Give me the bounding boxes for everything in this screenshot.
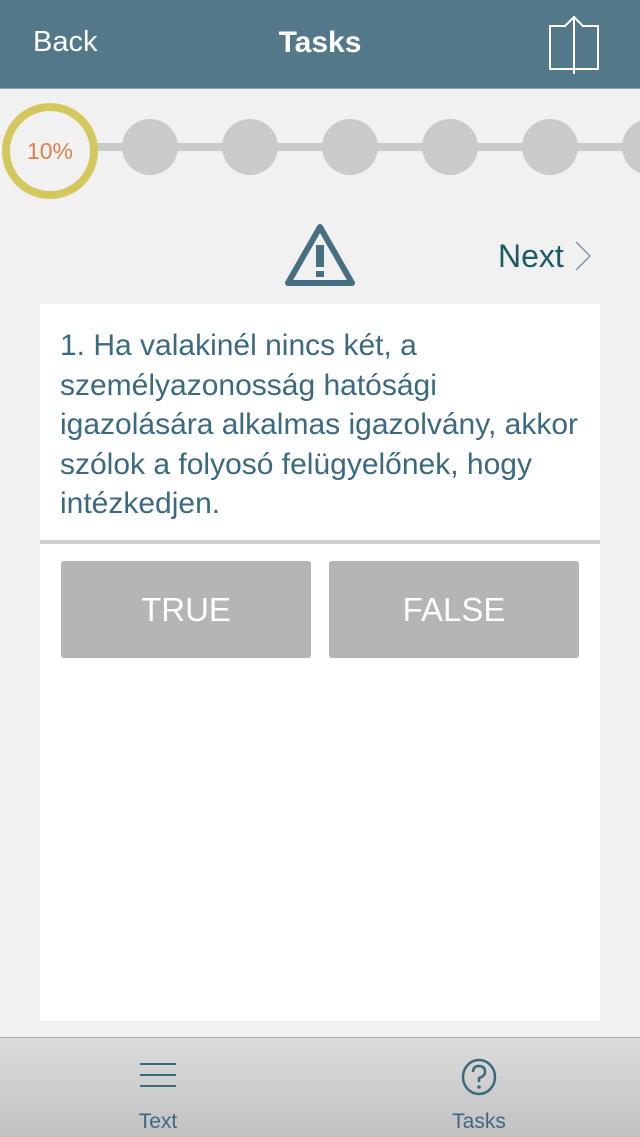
progress-step <box>422 119 478 175</box>
tab-text[interactable]: Text <box>58 1038 258 1137</box>
next-button[interactable]: Next <box>498 236 592 276</box>
question-card: 1. Ha valakinél nincs két, a személyazon… <box>40 304 600 1021</box>
tab-tasks-label: Tasks <box>452 1110 506 1133</box>
share-icon[interactable] <box>548 14 600 76</box>
chevron-right-icon <box>575 241 591 271</box>
help-circle-icon <box>461 1058 497 1096</box>
progress-percent: 10% <box>26 137 74 164</box>
tab-tasks[interactable]: Tasks <box>379 1038 579 1137</box>
navigation-bar: Back Tasks <box>0 0 640 89</box>
question-text: 1. Ha valakinél nincs két, a személyazon… <box>60 329 579 520</box>
tab-text-label: Text <box>138 1110 178 1133</box>
progress-step <box>322 119 378 175</box>
true-button[interactable]: TRUE <box>61 561 311 658</box>
progress-step <box>622 119 640 175</box>
tab-bar: Text Tasks <box>0 1037 640 1137</box>
progress-step <box>522 119 578 175</box>
false-button[interactable]: FALSE <box>329 561 579 658</box>
progress-stepper: 10% <box>0 98 640 199</box>
back-button[interactable]: Back <box>33 26 97 59</box>
progress-step <box>122 119 178 175</box>
divider <box>40 540 600 544</box>
progress-step <box>222 119 278 175</box>
warning-icon <box>285 224 355 286</box>
menu-icon <box>140 1063 176 1087</box>
next-label: Next <box>498 237 564 274</box>
progress-current-step: 10% <box>2 103 98 199</box>
